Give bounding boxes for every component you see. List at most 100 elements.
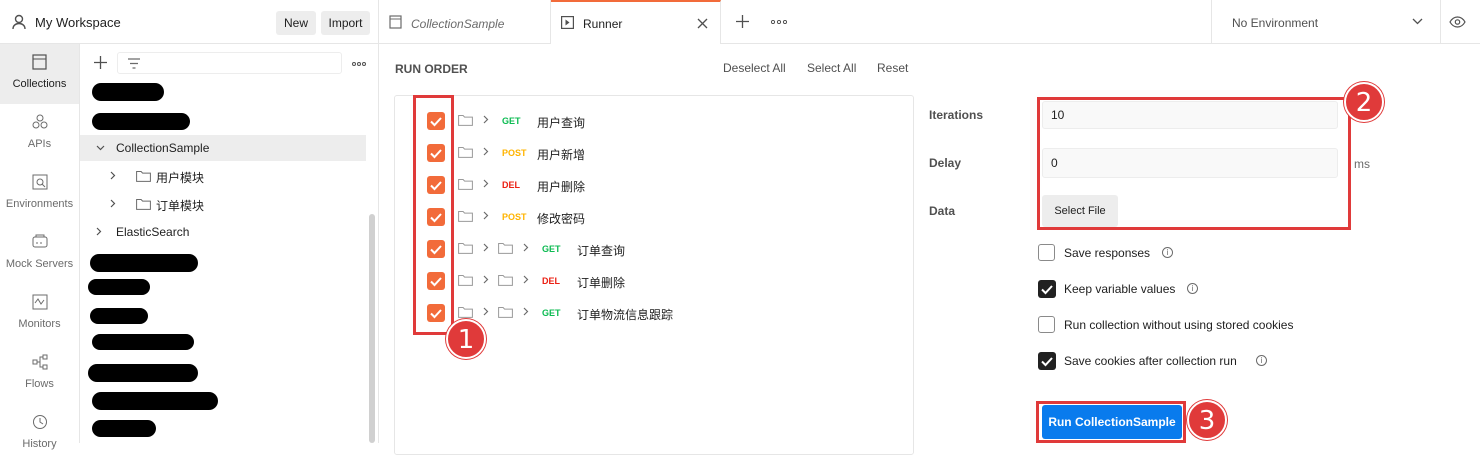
method-badge: POST <box>502 148 527 158</box>
tree-item-collection-sample[interactable]: CollectionSample <box>80 135 366 161</box>
annotation-badge-1: 1 <box>446 319 486 359</box>
run-order-row[interactable]: GET 用户查询 <box>395 105 913 137</box>
runner-option[interactable]: Save cookies after collection run i <box>1038 352 1398 372</box>
folder-icon <box>136 198 151 210</box>
environment-selector[interactable]: No Environment <box>1211 0 1441 44</box>
nav-environments[interactable]: Environments <box>0 164 79 224</box>
option-checkbox[interactable] <box>1038 244 1055 261</box>
chevron-right-icon[interactable] <box>483 179 489 188</box>
runner-icon <box>561 16 574 29</box>
option-checkbox[interactable] <box>1038 352 1056 370</box>
nav-label: Environments <box>5 198 74 210</box>
run-order-row[interactable]: POST 修改密码 <box>395 201 913 233</box>
redacted-item <box>92 334 194 350</box>
history-icon <box>32 414 48 430</box>
flows-icon <box>32 354 48 370</box>
annotation-box-1 <box>413 95 454 335</box>
collections-sidebar: CollectionSample 用户模块 订单模块 ElasticSearch <box>80 44 379 443</box>
environment-label: No Environment <box>1232 16 1319 30</box>
filter-input[interactable] <box>117 52 342 74</box>
tree-item-order-module[interactable]: 订单模块 <box>80 191 366 217</box>
eye-icon[interactable] <box>1449 16 1466 28</box>
workspace-title[interactable]: My Workspace <box>35 15 121 30</box>
option-checkbox[interactable] <box>1038 280 1056 298</box>
method-badge: GET <box>542 244 561 254</box>
run-order-row[interactable]: DEL 订单删除 <box>395 265 913 297</box>
redacted-item <box>88 364 198 382</box>
nav-history[interactable]: History <box>0 404 79 464</box>
chevron-right-icon <box>110 171 116 180</box>
delay-unit: ms <box>1354 157 1370 171</box>
redacted-item <box>90 308 148 324</box>
chevron-right-icon[interactable] <box>483 275 489 284</box>
nav-monitors[interactable]: Monitors <box>0 284 79 344</box>
request-name: 用户查询 <box>537 116 586 130</box>
apis-icon <box>32 114 48 130</box>
run-order-row[interactable]: GET 订单查询 <box>395 233 913 265</box>
more-tabs-icon[interactable] <box>771 20 787 24</box>
option-label: Keep variable values <box>1064 282 1176 296</box>
chevron-right-icon[interactable] <box>483 243 489 252</box>
nav-apis[interactable]: APIs <box>0 104 79 164</box>
runner-option[interactable]: Save responses i <box>1038 244 1398 264</box>
deselect-all-button[interactable]: Deselect All <box>723 61 786 75</box>
annotation-box-3 <box>1036 401 1186 443</box>
redacted-item <box>90 254 198 272</box>
run-order-list: GET 用户查询 POST 用户新增 DEL 用户删除 POST 修改密码 GET 订单查询 DEL… <box>394 95 914 455</box>
add-collection-plus-icon[interactable] <box>94 56 107 69</box>
info-icon[interactable]: i <box>1256 355 1267 366</box>
nav-label: History <box>22 438 57 450</box>
tree-item-elasticsearch[interactable]: ElasticSearch <box>80 219 366 245</box>
request-name: 订单删除 <box>577 276 626 290</box>
folder-icon <box>136 170 151 182</box>
nav-collections[interactable]: Collections <box>0 44 79 104</box>
tree-item-label: ElasticSearch <box>116 225 190 239</box>
info-icon[interactable]: i <box>1162 247 1173 258</box>
chevron-right-icon[interactable] <box>483 147 489 156</box>
run-order-heading: RUN ORDER <box>395 62 468 76</box>
chevron-right-icon[interactable] <box>483 307 489 316</box>
request-name: 用户删除 <box>537 180 586 194</box>
top-bar: My Workspace New Import CollectionSample… <box>0 0 1480 44</box>
left-nav: Collections APIs Environments Mock Serve… <box>0 44 80 450</box>
chevron-right-icon[interactable] <box>523 243 529 252</box>
folder-icon <box>458 274 473 286</box>
nav-flows[interactable]: Flows <box>0 344 79 404</box>
chevron-down-icon <box>1412 18 1423 25</box>
close-icon[interactable] <box>697 18 708 29</box>
run-order-row[interactable]: DEL 用户删除 <box>395 169 913 201</box>
workspace-header: My Workspace New Import <box>0 0 379 44</box>
redacted-item <box>92 392 218 410</box>
folder-icon <box>498 242 513 254</box>
collection-icon <box>389 15 402 29</box>
chevron-down-icon <box>96 145 105 151</box>
runner-option[interactable]: Keep variable values i <box>1038 280 1398 300</box>
chevron-right-icon <box>110 199 116 208</box>
option-checkbox[interactable] <box>1038 316 1055 333</box>
new-tab-plus-icon[interactable] <box>736 15 749 28</box>
info-icon[interactable]: i <box>1187 283 1198 294</box>
chevron-right-icon[interactable] <box>483 115 489 124</box>
run-order-row[interactable]: POST 用户新增 <box>395 137 913 169</box>
tree-item-label: 用户模块 <box>156 171 205 185</box>
chevron-right-icon[interactable] <box>523 275 529 284</box>
nav-label: APIs <box>27 138 52 150</box>
nav-mock-servers[interactable]: Mock Servers <box>0 224 79 284</box>
redacted-item <box>92 113 190 130</box>
tab-collection-sample[interactable]: CollectionSample <box>379 0 551 44</box>
monitors-icon <box>32 294 48 310</box>
more-options-icon[interactable] <box>352 62 366 66</box>
request-name: 修改密码 <box>537 212 586 226</box>
runner-option[interactable]: Run collection without using stored cook… <box>1038 316 1398 336</box>
tab-runner[interactable]: Runner <box>551 0 721 44</box>
chevron-right-icon[interactable] <box>523 307 529 316</box>
method-badge: GET <box>542 308 561 318</box>
tree-item-user-module[interactable]: 用户模块 <box>80 163 366 189</box>
chevron-right-icon[interactable] <box>483 211 489 220</box>
new-button[interactable]: New <box>276 11 316 35</box>
method-badge: DEL <box>502 180 520 190</box>
sidebar-scrollbar[interactable] <box>369 214 375 443</box>
import-button[interactable]: Import <box>321 11 370 35</box>
reset-button[interactable]: Reset <box>877 61 908 75</box>
select-all-button[interactable]: Select All <box>807 61 856 75</box>
